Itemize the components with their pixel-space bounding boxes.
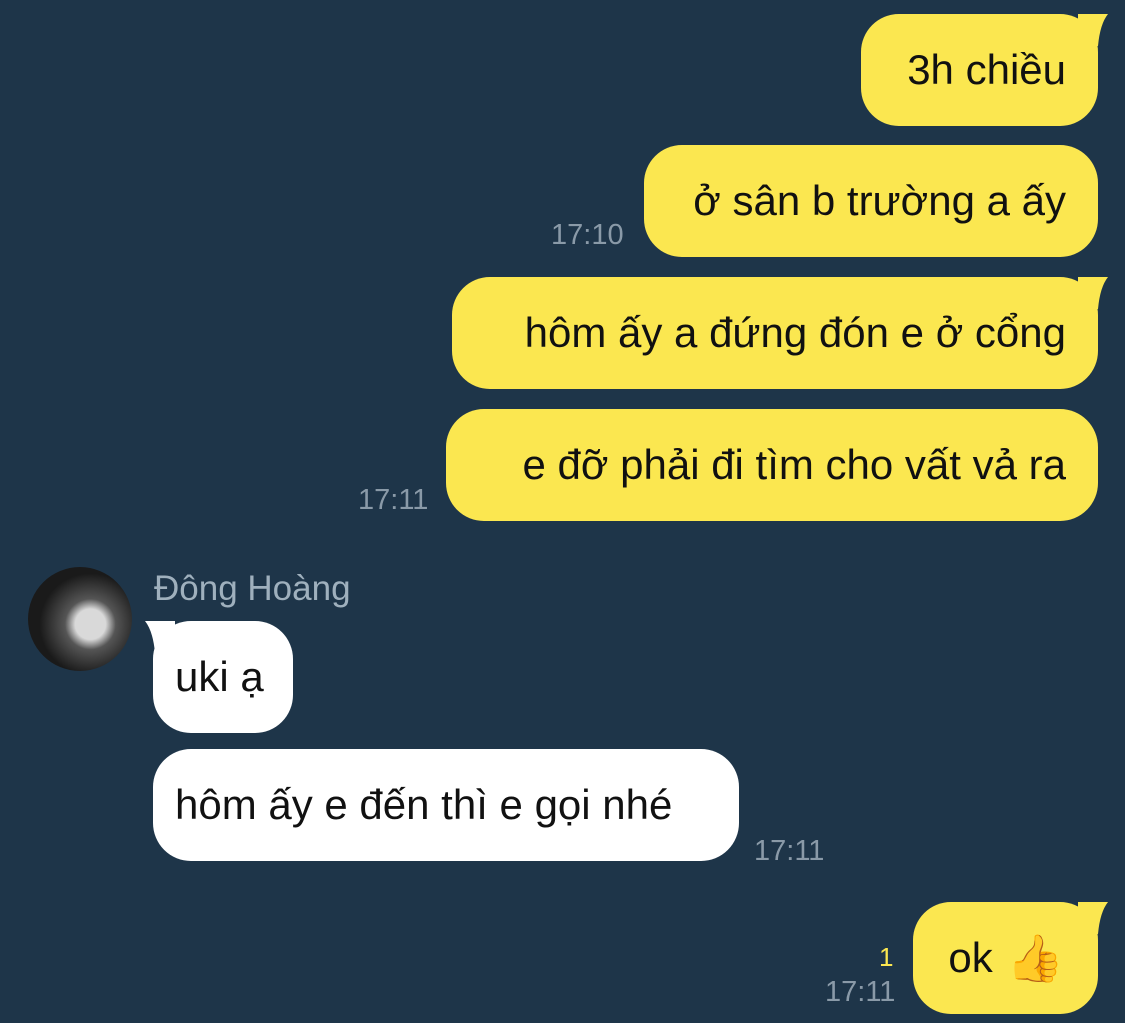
message-text: hôm ấy a đứng đón e ở cổng bbox=[524, 309, 1066, 356]
unread-count: 1 bbox=[879, 942, 894, 972]
avatar[interactable] bbox=[28, 567, 132, 671]
message-bubble-incoming[interactable]: hôm ấy e đến thì e gọi nhé bbox=[153, 749, 739, 861]
thumbs-up-icon: 👍 bbox=[1006, 932, 1064, 984]
message-bubble-incoming[interactable]: uki ạ bbox=[153, 621, 293, 733]
message-bubble-outgoing[interactable]: 3h chiều bbox=[861, 14, 1098, 126]
message-timestamp: 17:11 bbox=[825, 976, 896, 1008]
message-bubble-outgoing[interactable]: ở sân b trường a ấy bbox=[644, 145, 1098, 257]
message-text: e đỡ phải đi tìm cho vất vả ra bbox=[522, 441, 1066, 488]
message-timestamp: 17:11 bbox=[358, 484, 429, 516]
bubble-tail bbox=[1078, 277, 1108, 309]
sender-name: Đông Hoàng bbox=[154, 569, 351, 608]
message-text: 3h chiều bbox=[907, 46, 1066, 93]
message-timestamp: 17:11 bbox=[754, 835, 825, 867]
message-bubble-outgoing[interactable]: ok 👍 bbox=[913, 902, 1098, 1014]
message-bubble-outgoing[interactable]: hôm ấy a đứng đón e ở cổng bbox=[452, 277, 1098, 389]
bubble-tail bbox=[1078, 14, 1108, 46]
bubble-tail bbox=[1078, 902, 1108, 934]
message-text: hôm ấy e đến thì e gọi nhé bbox=[175, 781, 673, 828]
message-bubble-outgoing[interactable]: e đỡ phải đi tìm cho vất vả ra bbox=[446, 409, 1098, 521]
message-text: ok bbox=[948, 934, 993, 981]
message-timestamp: 17:10 bbox=[551, 219, 624, 251]
message-text: ở sân b trường a ấy bbox=[693, 177, 1066, 224]
message-text: uki ạ bbox=[175, 653, 264, 700]
